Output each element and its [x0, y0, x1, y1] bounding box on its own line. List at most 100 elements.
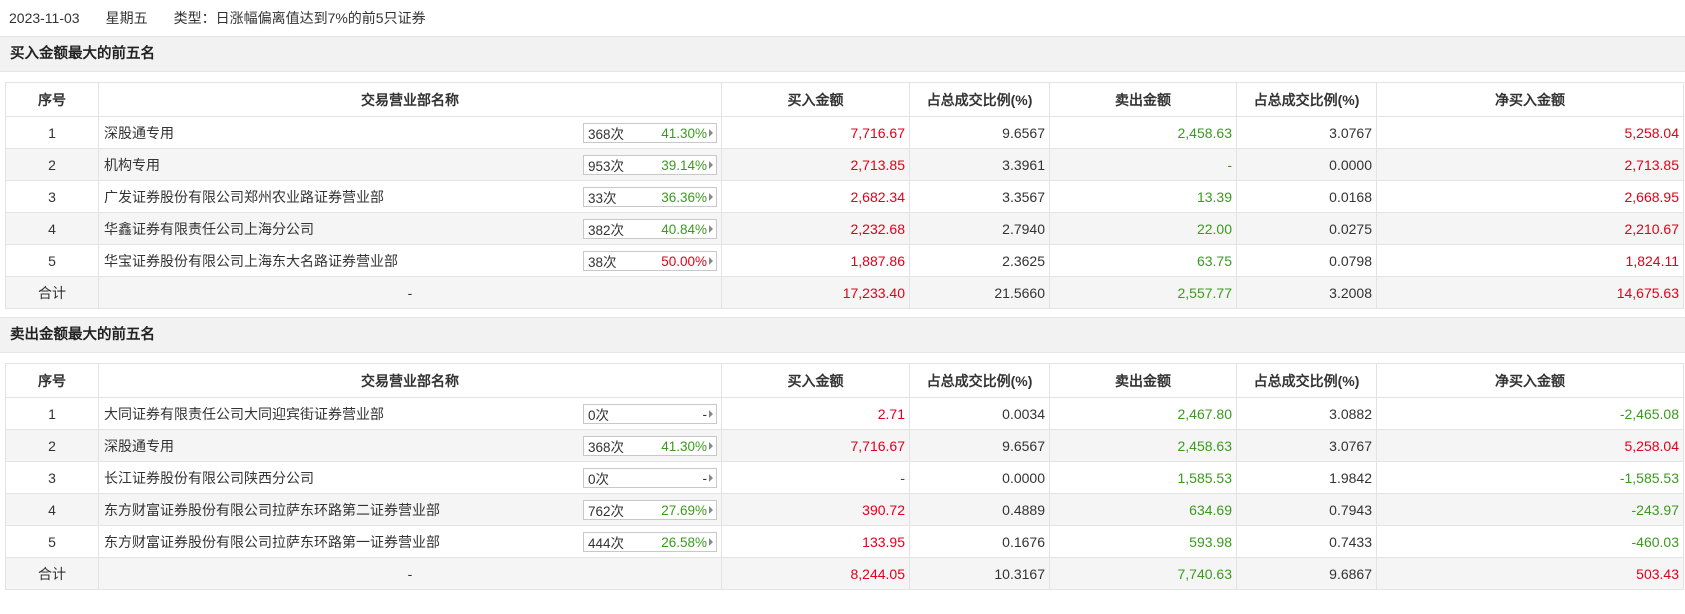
net-amount: -243.97 [1376, 493, 1684, 526]
trade-weekday: 星期五 [105, 10, 148, 26]
sell-amount: 593.98 [1049, 525, 1237, 558]
broker-stats-dropdown[interactable]: 38次 50.00% [583, 251, 717, 271]
buy-ratio: 0.1676 [909, 525, 1050, 558]
broker-name-cell: 广发证券股份有限公司郑州农业路证券营业部 33次 36.36% [98, 180, 722, 213]
buy-table-body: 1 深股通专用 368次 41.30% 7,716.67 9.6567 2,458.63 3.… [5, 116, 1684, 309]
broker-name-cell: 华宝证券股份有限公司上海东大名路证券营业部 38次 50.00% [98, 244, 722, 277]
buy-amount: 390.72 [721, 493, 910, 526]
broker-stats-dropdown[interactable]: 762次 27.69% [583, 500, 717, 520]
sell-section-title: 卖出金额最大的前五名 [0, 317, 1685, 353]
sell-ratio: 0.0275 [1236, 212, 1377, 245]
total-buy-ratio: 10.3167 [909, 557, 1050, 590]
broker-name-cell: 大同证券有限责任公司大同迎宾街证券营业部 0次 - [98, 397, 722, 430]
total-buy-amount: 17,233.40 [721, 276, 910, 309]
total-sell-amount: 7,740.63 [1049, 557, 1237, 590]
net-amount: 2,713.85 [1376, 148, 1684, 181]
row-no: 4 [5, 212, 99, 245]
table-row: 5 华宝证券股份有限公司上海东大名路证券营业部 38次 50.00% 1,887.86 2… [5, 244, 1684, 277]
sell-ratio: 1.9842 [1236, 461, 1377, 494]
broker-name-cell: 华鑫证券有限责任公司上海分公司 382次 40.84% [98, 212, 722, 245]
caret-right-icon [709, 225, 713, 233]
buy-ratio: 0.0000 [909, 461, 1050, 494]
buy-ratio: 3.3961 [909, 148, 1050, 181]
total-label: 合计 [5, 557, 99, 590]
broker-name-cell: 深股通专用 368次 41.30% [98, 116, 722, 149]
sell-ratio: 0.0000 [1236, 148, 1377, 181]
success-rate: 41.30% [661, 125, 707, 141]
broker-name-cell: 深股通专用 368次 41.30% [98, 429, 722, 462]
buy-section-title: 买入金额最大的前五名 [0, 36, 1685, 72]
col-header-name: 交易营业部名称 [98, 363, 722, 398]
broker-name-link[interactable]: 深股通专用 [104, 438, 174, 454]
sell-table-body: 1 大同证券有限责任公司大同迎宾街证券营业部 0次 -2.71 0.0034 2,467.… [5, 397, 1684, 590]
row-no: 2 [5, 429, 99, 462]
broker-name-link[interactable]: 长江证券股份有限公司陕西分公司 [104, 470, 314, 486]
buy-amount: - [721, 461, 910, 494]
net-amount: -460.03 [1376, 525, 1684, 558]
col-header-no: 序号 [5, 363, 99, 398]
total-net-amount: 503.43 [1376, 557, 1684, 590]
caret-right-icon [709, 193, 713, 201]
broker-name-link[interactable]: 机构专用 [104, 157, 160, 173]
total-row: 合计 -17,233.40 21.5660 2,557.77 3.2008 14,675.… [5, 276, 1684, 309]
listing-count: 382次 [588, 223, 625, 238]
broker-stats-dropdown[interactable]: 368次 41.30% [583, 436, 717, 456]
net-amount: -2,465.08 [1376, 397, 1684, 430]
broker-stats-dropdown[interactable]: 0次 - [583, 404, 717, 424]
buy-amount: 2.71 [721, 397, 910, 430]
list-type: 类型：日涨幅偏离值达到7%的前5只证券 [173, 10, 426, 26]
buy-amount: 2,232.68 [721, 212, 910, 245]
sell-ratio: 0.7943 [1236, 493, 1377, 526]
broker-stats-dropdown[interactable]: 382次 40.84% [583, 219, 717, 239]
buy-ratio: 0.4889 [909, 493, 1050, 526]
sell-amount: 1,585.53 [1049, 461, 1237, 494]
sell-ratio: 0.7433 [1236, 525, 1377, 558]
broker-name-link[interactable]: 东方财富证券股份有限公司拉萨东环路第一证券营业部 [104, 534, 440, 550]
broker-name-cell: 机构专用 953次 39.14% [98, 148, 722, 181]
total-name: - [98, 276, 722, 309]
col-header-buy-ratio: 占总成交比例(%) [909, 363, 1050, 398]
success-rate: - [702, 470, 708, 486]
broker-stats-dropdown[interactable]: 368次 41.30% [583, 123, 717, 143]
col-header-net: 净买入金额 [1376, 363, 1684, 398]
row-no: 2 [5, 148, 99, 181]
sell-table-header: 序号 交易营业部名称 买入金额 占总成交比例(%) 卖出金额 占总成交比例(%)… [5, 363, 1684, 398]
caret-right-icon [709, 538, 713, 546]
broker-name-link[interactable]: 深股通专用 [104, 125, 174, 141]
total-row: 合计 -8,244.05 10.3167 7,740.63 9.6867 503.43 [5, 557, 1684, 590]
buy-amount: 133.95 [721, 525, 910, 558]
listing-count: 762次 [588, 504, 625, 519]
total-buy-amount: 8,244.05 [721, 557, 910, 590]
broker-name-link[interactable]: 大同证券有限责任公司大同迎宾街证券营业部 [104, 406, 384, 422]
success-rate: 27.69% [661, 502, 707, 518]
broker-name-link[interactable]: 华鑫证券有限责任公司上海分公司 [104, 221, 314, 237]
broker-stats-dropdown[interactable]: 33次 36.36% [583, 187, 717, 207]
success-rate: 39.14% [661, 157, 707, 173]
col-header-sell-ratio: 占总成交比例(%) [1236, 82, 1377, 117]
broker-name-cell: 长江证券股份有限公司陕西分公司 0次 - [98, 461, 722, 494]
listing-count: 953次 [588, 159, 625, 174]
buy-amount: 2,713.85 [721, 148, 910, 181]
sell-amount: 63.75 [1049, 244, 1237, 277]
table-row: 2 深股通专用 368次 41.30% 7,716.67 9.6567 2,458.63 3.… [5, 429, 1684, 462]
caret-right-icon [709, 161, 713, 169]
broker-stats-dropdown[interactable]: 0次 - [583, 468, 717, 488]
broker-stats-dropdown[interactable]: 444次 26.58% [583, 532, 717, 552]
row-no: 4 [5, 493, 99, 526]
row-no: 1 [5, 116, 99, 149]
table-row: 4 华鑫证券有限责任公司上海分公司 382次 40.84% 2,232.68 2.7940… [5, 212, 1684, 245]
broker-name-link[interactable]: 广发证券股份有限公司郑州农业路证券营业部 [104, 189, 384, 205]
total-label: 合计 [5, 276, 99, 309]
broker-name-link[interactable]: 东方财富证券股份有限公司拉萨东环路第二证券营业部 [104, 502, 440, 518]
col-header-buy-ratio: 占总成交比例(%) [909, 82, 1050, 117]
success-rate: 41.30% [661, 438, 707, 454]
sell-table: 序号 交易营业部名称 买入金额 占总成交比例(%) 卖出金额 占总成交比例(%)… [5, 363, 1684, 590]
net-amount: 2,210.67 [1376, 212, 1684, 245]
broker-name-cell: 东方财富证券股份有限公司拉萨东环路第二证券营业部 762次 27.69% [98, 493, 722, 526]
buy-table-header: 序号 交易营业部名称 买入金额 占总成交比例(%) 卖出金额 占总成交比例(%)… [5, 82, 1684, 117]
broker-stats-dropdown[interactable]: 953次 39.14% [583, 155, 717, 175]
buy-table: 序号 交易营业部名称 买入金额 占总成交比例(%) 卖出金额 占总成交比例(%)… [5, 82, 1684, 309]
caret-right-icon [709, 506, 713, 514]
sell-ratio: 3.0767 [1236, 116, 1377, 149]
broker-name-link[interactable]: 华宝证券股份有限公司上海东大名路证券营业部 [104, 253, 398, 269]
